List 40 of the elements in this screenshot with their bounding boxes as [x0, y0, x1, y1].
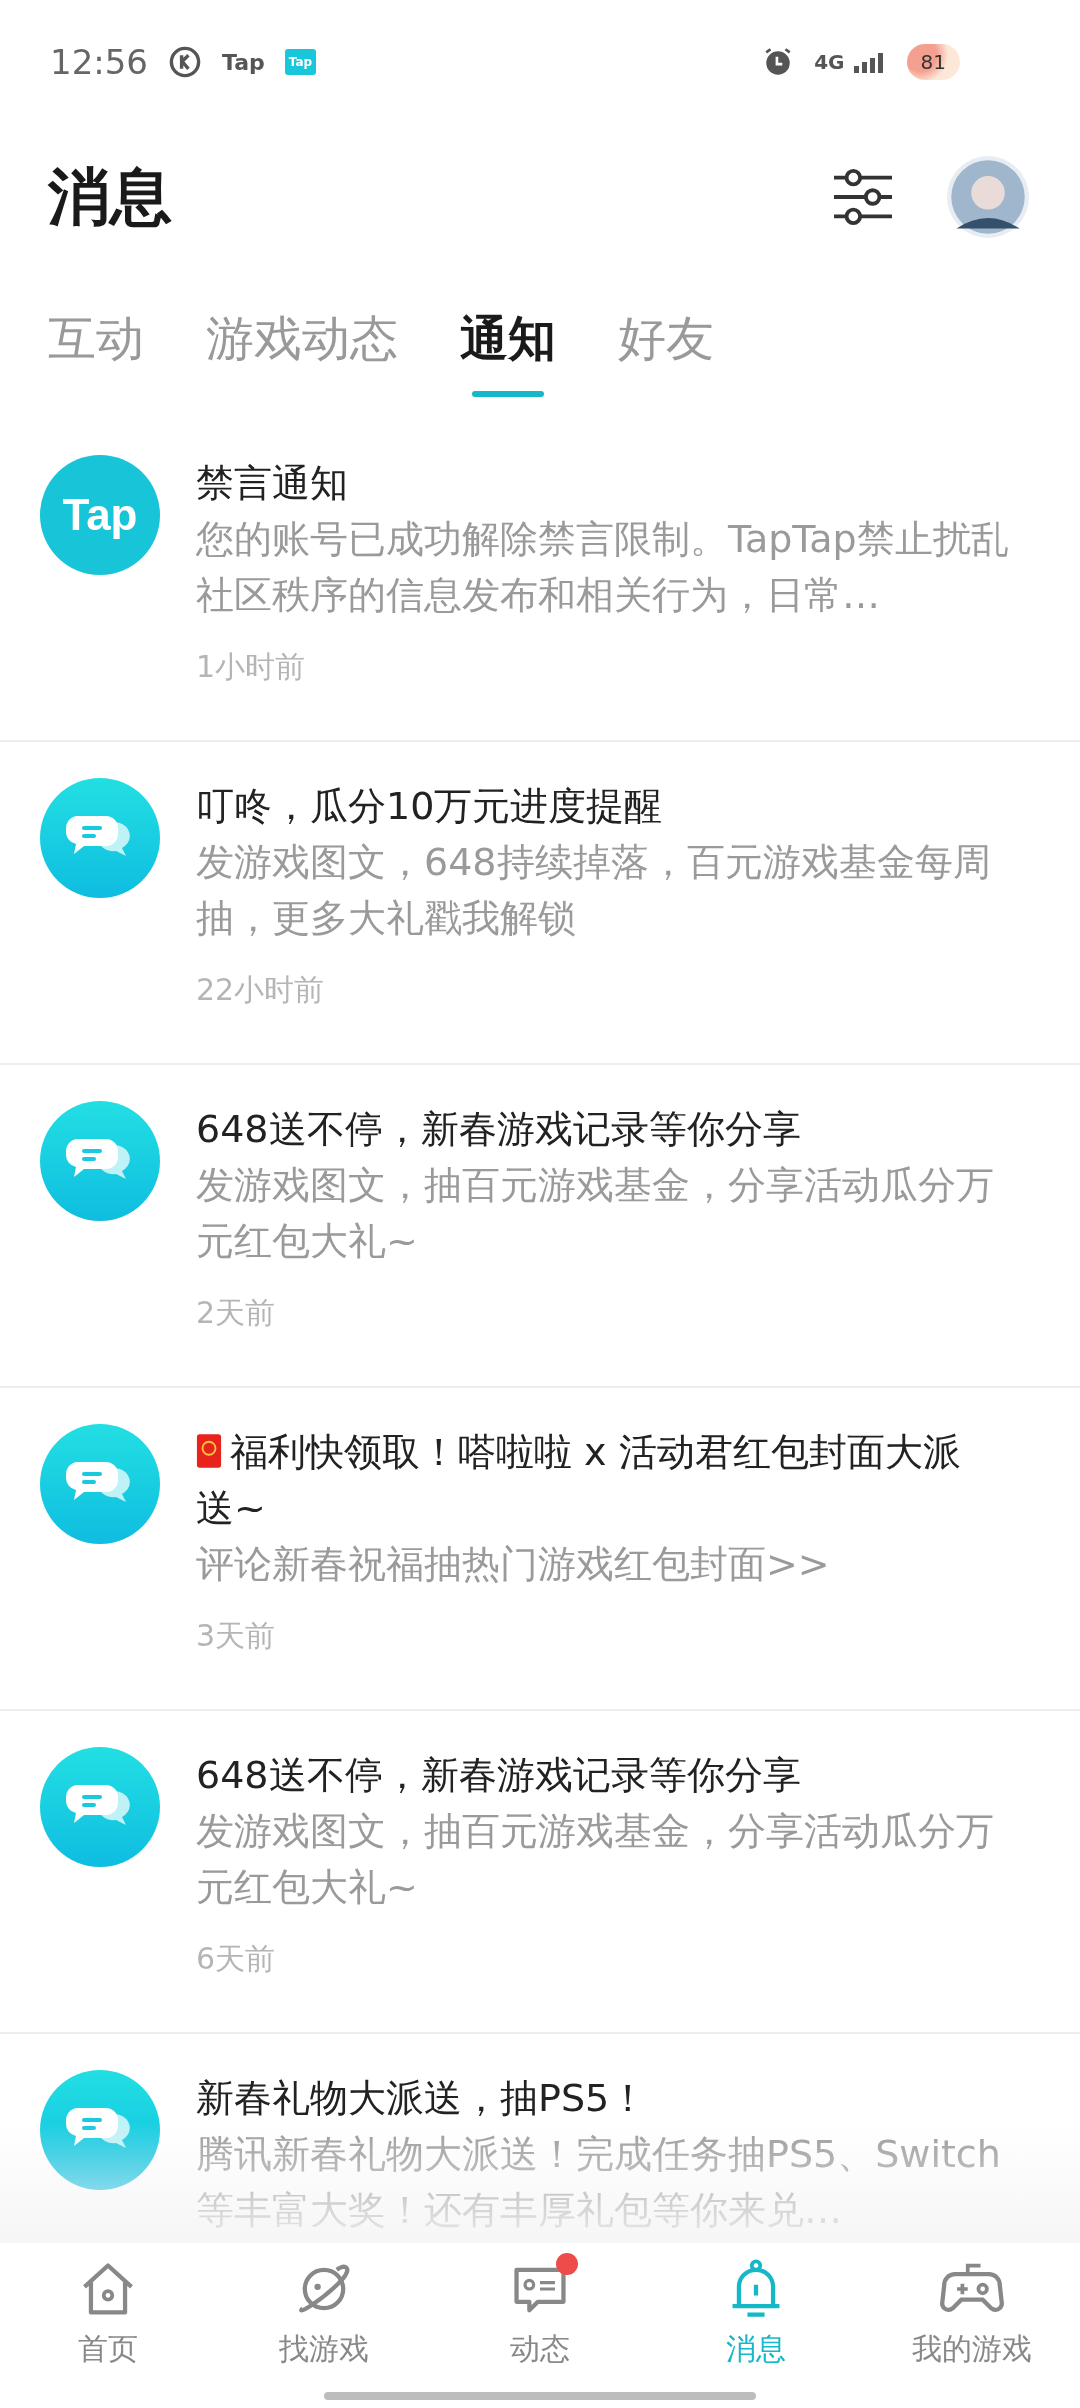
notification-time: 2天前	[196, 1294, 277, 1332]
notification-time: 1小时前	[196, 648, 307, 686]
tab[interactable]: 通知	[460, 287, 556, 401]
page-title: 消息	[48, 158, 172, 235]
chat-bubble-icon	[40, 1424, 160, 1544]
k-circle-icon	[168, 45, 202, 79]
chat-bubble-icon	[40, 2070, 160, 2190]
notification-title: 福利快领取！嗒啦啦 x 活动君红包封面大派送~	[196, 1429, 962, 1532]
notification-time: 3天前	[196, 1617, 277, 1655]
notification-time: 22小时前	[196, 971, 326, 1009]
chat-bubble-icon	[40, 1747, 160, 1867]
notification-dot	[556, 2253, 578, 2275]
battery-indicator: 81	[906, 44, 960, 80]
notification-title: 叮咚，瓜分10万元进度提醒	[196, 783, 664, 830]
nav-tab[interactable]: 首页	[0, 2251, 216, 2408]
nav-tab[interactable]: 找游戏	[216, 2251, 432, 2408]
avatar[interactable]	[946, 154, 1030, 239]
settings-icon[interactable]	[832, 167, 894, 226]
notification-title: 新春礼物大派送，抽PS5！	[196, 2075, 649, 2122]
nav-tab[interactable]: 我的游戏	[864, 2251, 1080, 2408]
notification-body: 发游戏图文，648持续掉落，百元游戏基金每周抽，更多大礼戳我解锁	[196, 839, 992, 942]
chat-bubble-icon	[40, 1101, 160, 1221]
notification-title: 648送不停，新春游戏记录等你分享	[196, 1106, 802, 1153]
notification-body: 发游戏图文，抽百元游戏基金，分享活动瓜分万元红包大礼~	[196, 1808, 995, 1911]
network-label: 4G	[814, 50, 845, 74]
app-badge: Tap	[284, 49, 317, 75]
nav-tab[interactable]: 消息	[648, 2251, 864, 2408]
tab[interactable]: 好友	[618, 287, 714, 401]
tab[interactable]: 游戏动态	[206, 287, 398, 401]
app-label: Tap	[222, 49, 265, 75]
tab[interactable]: 互动	[48, 287, 144, 401]
status-time: 12:56	[50, 42, 148, 82]
app-logo: Tap	[40, 455, 160, 575]
chat-bubble-icon	[40, 778, 160, 898]
notification-body: 评论新春祝福抽热门游戏红包封面>>	[196, 1541, 831, 1588]
notification-body: 您的账号已成功解除禁言限制。TapTap禁止扰乱社区秩序的信息发布和相关行为，日常…	[196, 516, 1010, 619]
notification-body: 发游戏图文，抽百元游戏基金，分享活动瓜分万元红包大礼~	[196, 1162, 995, 1265]
notification-title: 648送不停，新春游戏记录等你分享	[196, 1752, 802, 1799]
notification-title: 禁言通知	[196, 460, 349, 507]
notification-time: 6天前	[196, 1940, 277, 1978]
